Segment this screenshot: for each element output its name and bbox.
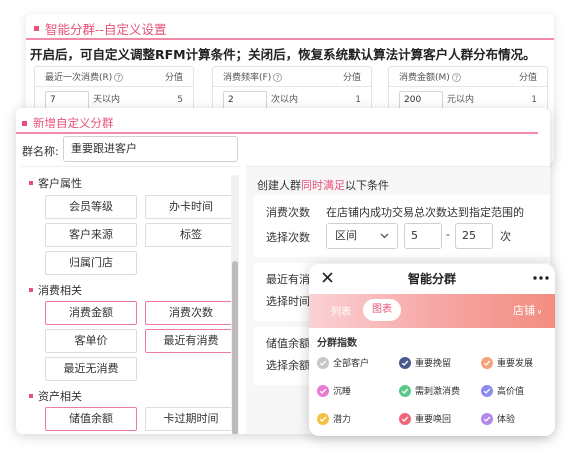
check-icon — [481, 356, 493, 369]
section-consumption: 消费相关 — [29, 282, 82, 298]
group-name-input[interactable]: 重要跟进客户 — [63, 136, 238, 162]
group-name-label: 群名称: — [22, 145, 59, 158]
title-underline — [16, 132, 538, 134]
smart-grouping-mobile-card: 智能分群 列表 图表 店铺 ∨ 分群指数 全部客户 重要挽留 重要发展沉睡 需刺激消费 高… — [309, 264, 555, 436]
chevron-down-icon — [380, 233, 389, 239]
check-icon — [317, 384, 329, 397]
legend-label: 重要挽留 — [415, 359, 452, 369]
legend-item[interactable]: 潜力 — [317, 412, 351, 425]
legend-item[interactable]: 沉睡 — [317, 384, 351, 397]
attribute-list: 客户属性 会员等级 办卡时间 客户来源 标签 归属门店 消费相关 消费金额 消费… — [21, 166, 241, 434]
attr-button-card-time[interactable]: 办卡时间 — [145, 195, 237, 219]
scrollbar-thumb[interactable] — [232, 261, 238, 434]
legend-item[interactable]: 高价值 — [481, 384, 524, 397]
help-icon[interactable]: ? — [273, 73, 283, 82]
check-icon — [399, 384, 411, 397]
description-text: 开启后，可自定义调整RFM计算条件；关闭后，恢复系统默认算法计算客户人群分布情况… — [30, 47, 536, 62]
legend-label: 重要发展 — [497, 359, 534, 369]
attr-button-customer-source[interactable]: 客户来源 — [45, 223, 137, 247]
legend-item[interactable]: 需刺激消费 — [399, 384, 460, 397]
title-underline — [26, 38, 554, 40]
attr-button-amount[interactable]: 消费金额 — [45, 301, 137, 325]
legend-item[interactable]: 体验 — [481, 412, 515, 425]
mobile-title: 智能分群 — [407, 272, 456, 286]
legend-label: 全部客户 — [333, 359, 370, 369]
panel-title: 新增自定义分群 — [22, 115, 114, 131]
attr-button-count[interactable]: 消费次数 — [145, 301, 237, 325]
check-icon — [317, 356, 329, 369]
legend-item[interactable]: 全部客户 — [317, 356, 369, 369]
range-to-input[interactable]: 25 — [455, 223, 493, 249]
more-icon[interactable] — [533, 276, 549, 280]
tab-chart[interactable]: 图表 — [363, 299, 401, 321]
list-scrollbar[interactable] — [231, 175, 239, 434]
check-icon — [399, 412, 411, 425]
title-marker — [34, 26, 39, 31]
section-title: 分群指数 — [317, 338, 357, 349]
frequency-input[interactable]: 2 — [223, 91, 267, 109]
attr-button-recent-consumption[interactable]: 最近有消费 — [145, 329, 237, 353]
legend-label: 沉睡 — [333, 387, 352, 397]
store-selector[interactable]: 店铺 ∨ — [513, 302, 542, 318]
rule-card-count: 消费次数 在店铺内成功交易总次数达到指定范围的 选择次数 区间 5 - 25 次 — [254, 195, 550, 257]
tab-bar: 列表 图表 店铺 ∨ — [309, 294, 555, 328]
monetary-input[interactable]: 200 — [399, 91, 443, 109]
help-icon[interactable]: ? — [451, 73, 461, 82]
recency-input[interactable]: 7 — [45, 91, 89, 109]
legend-label: 重要唤回 — [415, 415, 452, 425]
range-from-input[interactable]: 5 — [404, 223, 442, 249]
legend-label: 体验 — [497, 415, 516, 425]
legend-label: 潜力 — [333, 415, 352, 425]
attr-button-store[interactable]: 归属门店 — [45, 251, 137, 275]
check-icon — [481, 384, 493, 397]
tab-list[interactable]: 列表 — [331, 303, 351, 318]
legend-item[interactable]: 重要唤回 — [399, 412, 451, 425]
check-icon — [481, 412, 493, 425]
range-type-select[interactable]: 区间 — [326, 223, 398, 249]
section-assets: 资产相关 — [29, 388, 82, 404]
chevron-down-icon: ∨ — [537, 308, 543, 316]
attr-button-no-recent-consumption[interactable]: 最近无消费 — [45, 357, 137, 381]
title-marker — [22, 120, 27, 126]
check-icon — [399, 356, 411, 369]
attr-button-member-level[interactable]: 会员等级 — [45, 195, 137, 219]
section-customer-attributes: 客户属性 — [29, 175, 82, 191]
legend-item[interactable]: 重要发展 — [481, 356, 533, 369]
legend-label: 高价值 — [497, 387, 525, 397]
conditions-header: 创建人群同时满足以下条件 — [257, 179, 389, 192]
legend-label: 需刺激消费 — [415, 387, 461, 397]
attr-button-avg-price[interactable]: 客单价 — [45, 329, 137, 353]
attr-button-tag[interactable]: 标签 — [145, 223, 237, 247]
attr-button-balance[interactable]: 储值余额 — [45, 407, 137, 431]
check-icon — [317, 412, 329, 425]
panel-title: 智能分群--自定义设置 — [34, 19, 167, 38]
legend-item[interactable]: 重要挽留 — [399, 356, 451, 369]
attr-button-card-expiry[interactable]: 卡过期时间 — [145, 407, 237, 431]
group-index-legend: 全部客户 重要挽留 重要发展沉睡 需刺激消费 高价值潜力 重要唤回 体验 — [317, 356, 553, 432]
help-icon[interactable]: ? — [114, 73, 124, 82]
